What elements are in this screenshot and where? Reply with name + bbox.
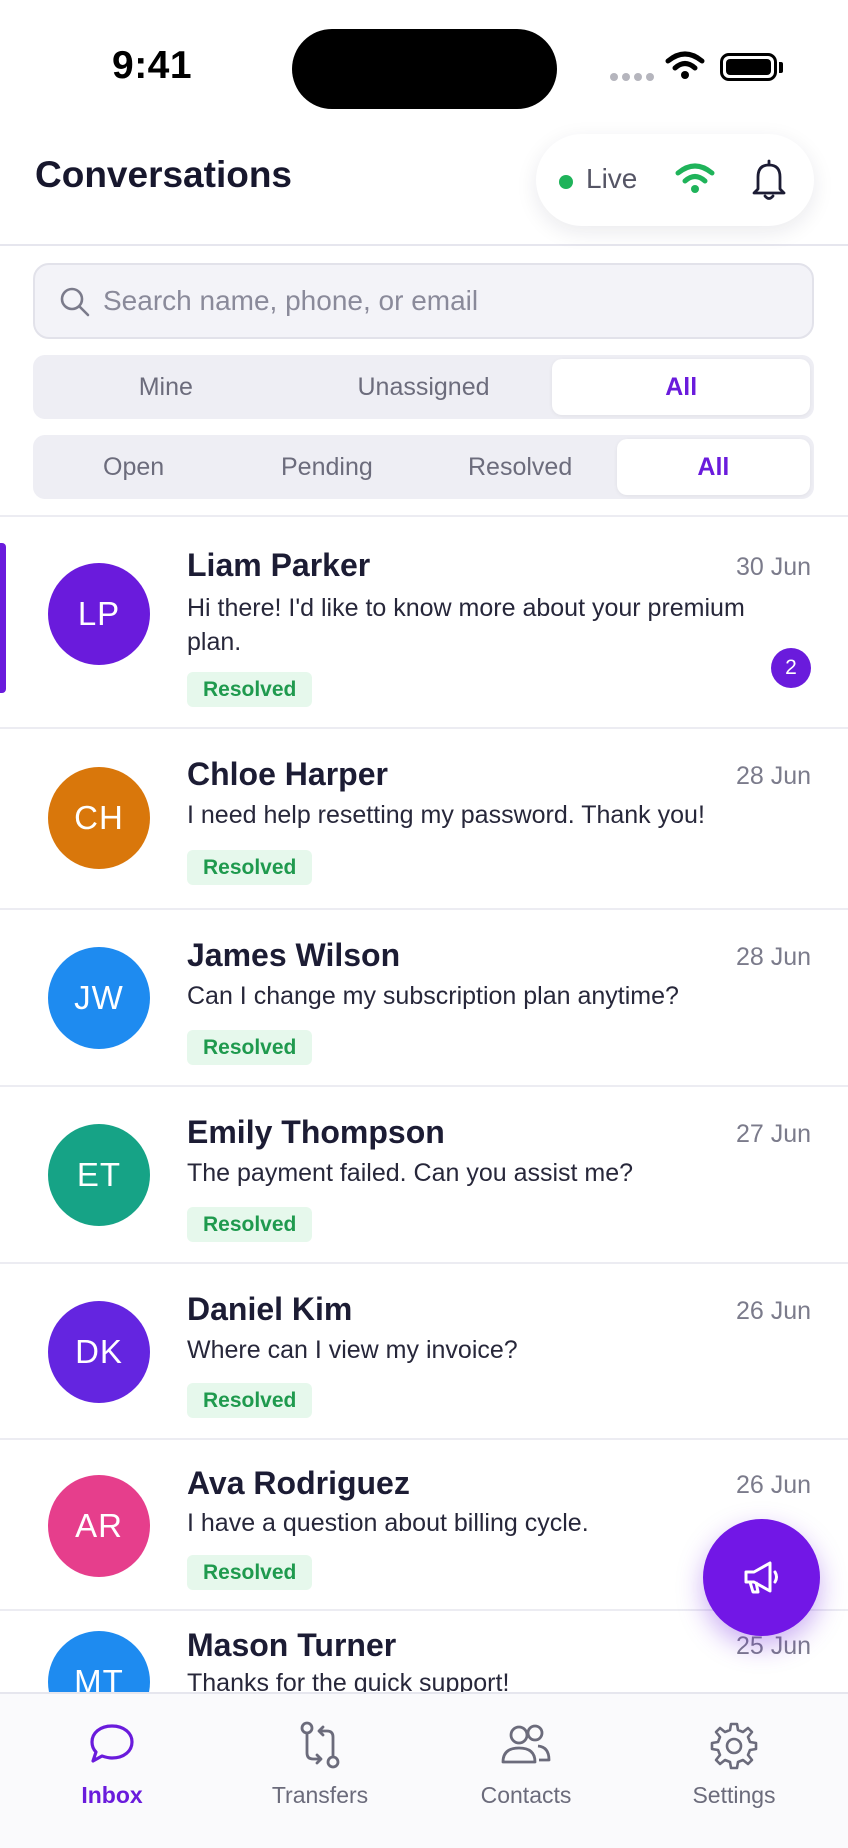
status-badge: Resolved [187, 1030, 313, 1065]
conversation-row[interactable]: JW James Wilson 28 Jun Can I change my s… [0, 910, 848, 1087]
conversation-date: 27 Jun [735, 1120, 811, 1148]
bottom-navigation: Inbox Transfers Contacts Settings [0, 1692, 848, 1848]
filter-open[interactable]: Open [37, 439, 230, 495]
message-preview: Can I change my subscription plan anytim… [187, 982, 679, 1010]
nav-contacts[interactable]: Contacts [420, 1694, 632, 1824]
app-header: Conversations Live [0, 130, 848, 246]
filter-resolved[interactable]: Resolved [424, 439, 617, 495]
contacts-icon [501, 1724, 551, 1764]
avatar: ET [48, 1124, 150, 1226]
conversation-row[interactable]: ET Emily Thompson 27 Jun The payment fai… [0, 1087, 848, 1264]
status-bar: 9:41 [0, 0, 848, 130]
wifi-icon [675, 163, 715, 193]
conversation-row[interactable]: MT Mason Turner 25 Jun Thanks for the qu… [0, 1611, 848, 1692]
live-status-dot [559, 175, 573, 189]
filter-mine[interactable]: Mine [37, 359, 295, 415]
message-preview: I have a question about billing cycle. [187, 1509, 589, 1537]
dynamic-island [292, 29, 557, 109]
contact-name: Emily Thompson [187, 1114, 445, 1150]
conversation-row[interactable]: CH Chloe Harper 28 Jun I need help reset… [0, 729, 848, 910]
transfer-icon [300, 1721, 340, 1769]
search-bar[interactable] [33, 263, 814, 339]
filter-all-assignment[interactable]: All [552, 359, 811, 415]
nav-label: Contacts [480, 1782, 572, 1808]
message-preview: Where can I view my invoice? [187, 1336, 518, 1364]
contact-name: Mason Turner [187, 1627, 397, 1663]
nav-label: Transfers [271, 1782, 369, 1808]
avatar: LP [48, 563, 150, 665]
status-badge: Resolved [187, 1207, 313, 1242]
conversation-row[interactable]: DK Daniel Kim 26 Jun Where can I view my… [0, 1264, 848, 1440]
avatar: AR [48, 1475, 150, 1577]
nav-inbox[interactable]: Inbox [6, 1694, 218, 1824]
status-badge: Resolved [187, 850, 313, 885]
status-badge: Resolved [187, 1383, 313, 1418]
bell-icon[interactable] [750, 158, 788, 202]
battery-cap [779, 62, 783, 73]
chat-bubble-icon [90, 1724, 134, 1763]
search-icon [60, 287, 90, 317]
conversation-date: 25 Jun [735, 1632, 811, 1660]
filter-unassigned[interactable]: Unassigned [295, 359, 553, 415]
message-preview: Hi there! I'd like to know more about yo… [187, 594, 745, 656]
filter-pending[interactable]: Pending [230, 439, 423, 495]
contact-name: Daniel Kim [187, 1291, 353, 1327]
assignment-filter: Mine Unassigned All [33, 355, 814, 419]
search-input[interactable] [103, 265, 793, 337]
conversation-list: LP Liam Parker 30 Jun Hi there! I'd like… [0, 517, 848, 1692]
nav-label: Settings [692, 1782, 776, 1808]
contact-name: James Wilson [187, 937, 401, 973]
message-preview: I need help resetting my password. Thank… [187, 801, 705, 829]
filter-all-status[interactable]: All [616, 439, 810, 495]
message-preview: Thanks for the quick support! [187, 1669, 510, 1692]
megaphone-icon [744, 1561, 778, 1593]
conversation-date: 26 Jun [735, 1471, 811, 1499]
conversation-row[interactable]: LP Liam Parker 30 Jun Hi there! I'd like… [0, 517, 848, 729]
status-time: 9:41 [112, 44, 193, 87]
avatar: DK [48, 1301, 150, 1403]
unread-count-badge: 2 [771, 648, 811, 688]
avatar: JW [48, 947, 150, 1049]
nav-settings[interactable]: Settings [628, 1694, 840, 1824]
message-preview: The payment failed. Can you assist me? [187, 1159, 634, 1187]
live-label: Live [586, 163, 638, 194]
contact-name: Ava Rodriguez [187, 1465, 410, 1501]
status-filter: Open Pending Resolved All [33, 435, 814, 499]
conversation-date: 30 Jun [735, 553, 811, 581]
cellular-signal-icon [610, 73, 654, 81]
nav-label: Inbox [81, 1782, 143, 1808]
conversation-date: 26 Jun [735, 1297, 811, 1325]
connection-status-pill: Live [536, 134, 814, 226]
battery-icon [720, 53, 777, 81]
conversation-date: 28 Jun [735, 762, 811, 790]
nav-transfers[interactable]: Transfers [214, 1694, 426, 1824]
status-badge: Resolved [187, 1555, 313, 1590]
contact-name: Liam Parker [187, 547, 371, 583]
conversation-date: 28 Jun [735, 943, 811, 971]
avatar: MT [48, 1631, 150, 1692]
status-badge: Resolved [187, 672, 313, 707]
contact-name: Chloe Harper [187, 756, 388, 792]
broadcast-button[interactable] [703, 1519, 820, 1636]
page-title: Conversations [35, 154, 293, 195]
avatar: CH [48, 767, 150, 869]
wifi-icon [665, 51, 705, 79]
selected-indicator [0, 543, 6, 693]
gear-icon [710, 1722, 758, 1770]
